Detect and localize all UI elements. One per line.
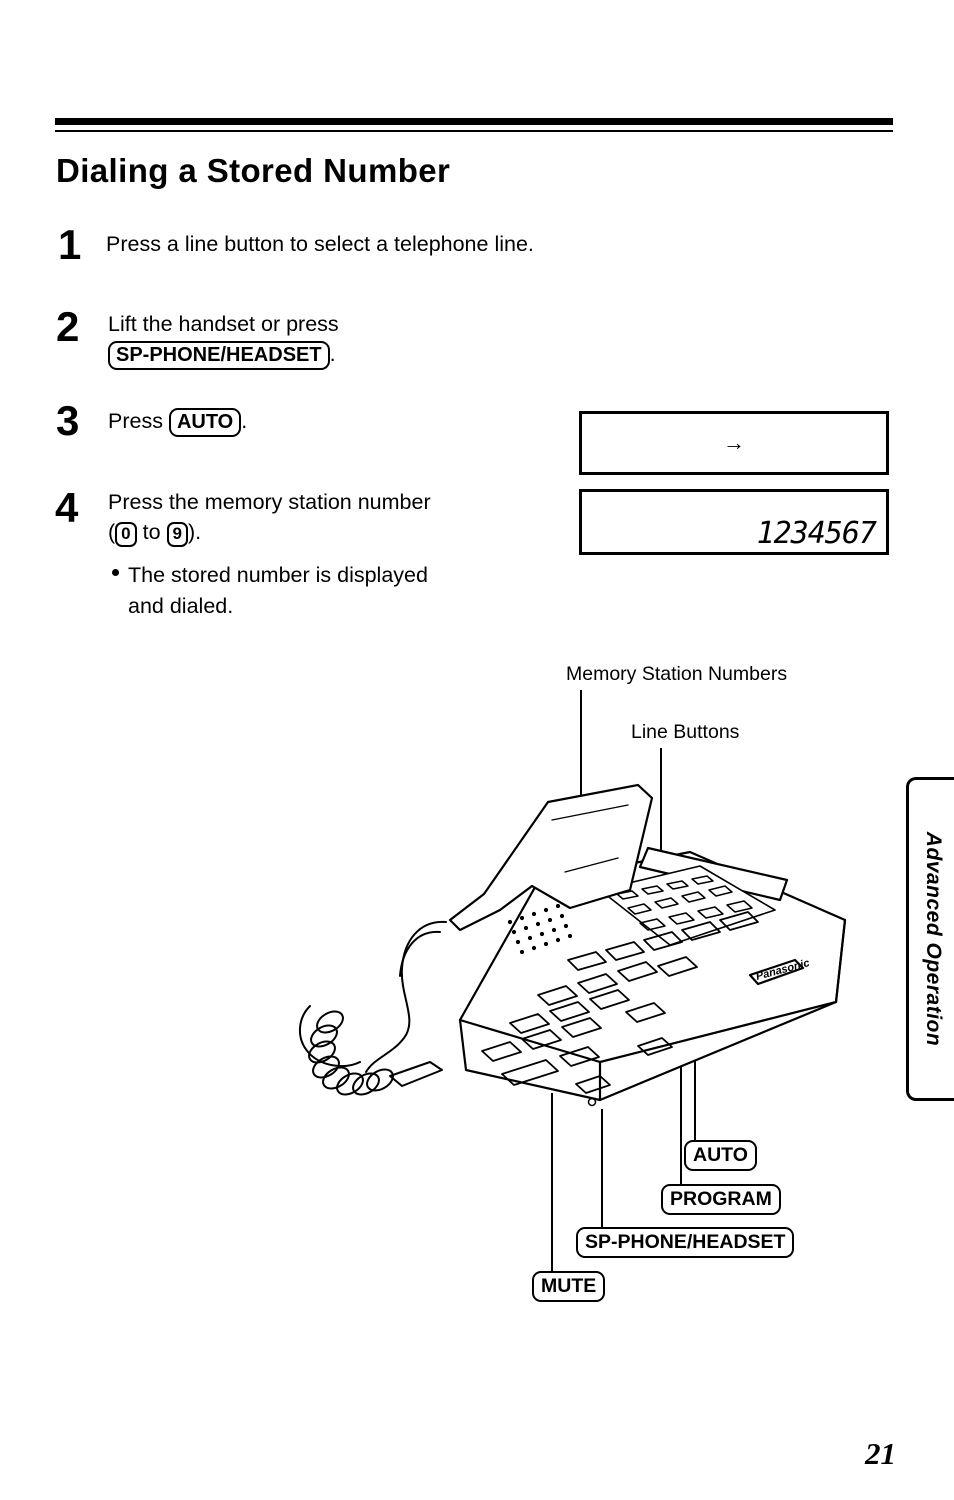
step-3-number: 3 — [56, 397, 80, 444]
step-4-sentence: Press the memory station number — [108, 490, 431, 514]
header-rule-thin — [55, 130, 893, 132]
step-1-number: 1 — [58, 221, 82, 268]
keycap-sp-phone-headset: SP-PHONE/HEADSET — [108, 341, 330, 370]
step-4-paren-close: ). — [188, 520, 202, 544]
callout-box-program: PROGRAM — [661, 1184, 781, 1215]
keycap-digit-0: 0 — [115, 522, 137, 547]
callout-memory-station-numbers: Memory Station Numbers — [566, 663, 788, 685]
step-1-sentence: Press a line button to select a telephon… — [106, 232, 534, 256]
step-2-text: Lift the handset or press SP-PHONE/HEADS… — [108, 309, 339, 370]
bullet-marker — [112, 569, 119, 576]
bullet-line-1: The stored number is displayed — [128, 563, 428, 587]
lcd-display-bottom: 1234567 — [579, 489, 889, 555]
step-4-paren-open: ( — [108, 520, 116, 544]
arrow-icon: → — [723, 430, 745, 455]
keycap-auto: AUTO — [168, 408, 242, 437]
step-4-text: Press the memory station number (0 to 9)… — [108, 487, 431, 547]
lcd-display-top: → — [579, 411, 889, 475]
step-1-text: Press a line button to select a telephon… — [106, 229, 534, 259]
page-number: 21 — [865, 1436, 896, 1471]
step-3-lead: Press — [108, 409, 169, 433]
manual-page: Dialing a Stored Number 1 Press a line b… — [0, 0, 954, 1500]
step-2-number: 2 — [56, 303, 80, 350]
callout-line-buttons: Line Buttons — [631, 721, 740, 743]
step-4-number: 4 — [55, 484, 79, 531]
callout-box-sp-phone-headset: SP-PHONE/HEADSET — [576, 1227, 795, 1258]
header-rule-thick — [55, 118, 893, 125]
page-title: Dialing a Stored Number — [56, 152, 451, 189]
step-3-period: . — [241, 409, 248, 433]
callout-box-auto: AUTO — [684, 1140, 757, 1171]
keycap-digit-9: 9 — [166, 522, 188, 547]
step-4-bullet-text: The stored number is displayed and diale… — [128, 560, 428, 622]
lcd-number: 1234567 — [756, 516, 877, 551]
callout-box-mute: MUTE — [532, 1271, 606, 1302]
telephone-illustration: Panasonic — [270, 770, 870, 1150]
step-3-text: Press AUTO. — [108, 406, 247, 437]
bullet-line-2: and dialed. — [128, 594, 234, 618]
step-2-sentence: Lift the handset or press — [108, 312, 339, 336]
section-tab-label: Advanced Operation — [922, 831, 945, 1047]
section-tab: Advanced Operation — [906, 777, 954, 1101]
step-4-to: to — [136, 520, 167, 544]
step-2-period: . — [329, 342, 336, 366]
